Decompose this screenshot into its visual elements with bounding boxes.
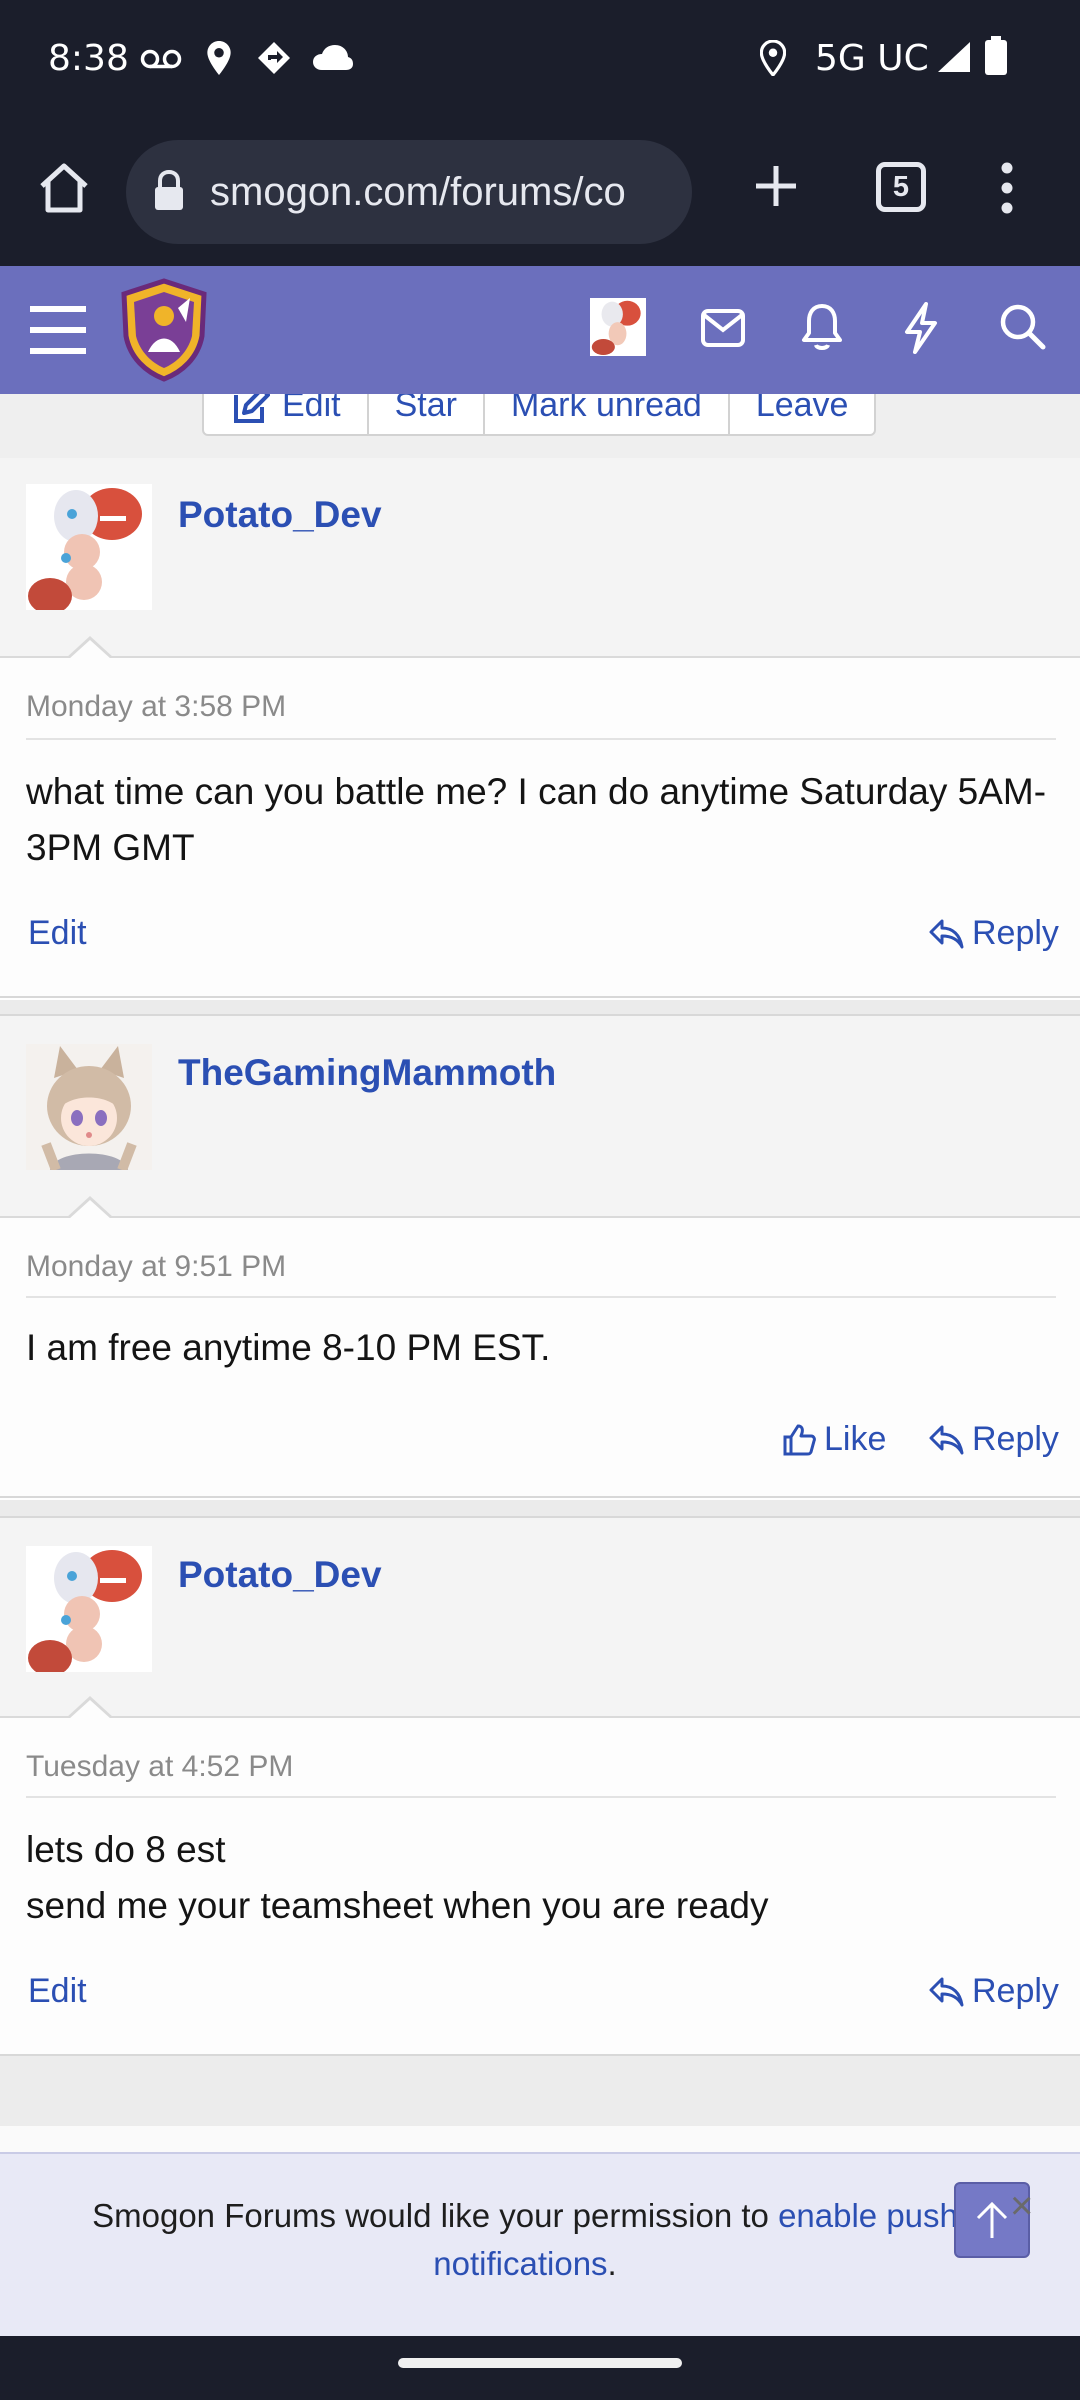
star-thread-button[interactable]: Star	[369, 394, 485, 434]
message-post: Potato_Dev Tuesday at 4:52 PM lets do 8 …	[0, 1516, 1080, 2056]
navigation-icon	[258, 42, 290, 74]
edit-icon	[234, 394, 270, 423]
notice-text-end: .	[607, 2245, 617, 2282]
bolt-icon[interactable]	[902, 302, 940, 354]
like-label: Like	[824, 1420, 887, 1458]
post-user-block: Potato_Dev	[0, 458, 1080, 658]
tab-count: 5	[892, 170, 910, 203]
gesture-nav-bar	[0, 2336, 1080, 2400]
message-post: Potato_Dev Monday at 3:58 PM what time c…	[0, 458, 1080, 998]
star-label: Star	[394, 394, 457, 424]
username[interactable]: TheGamingMammoth	[178, 1052, 556, 1094]
inbox-icon[interactable]	[700, 308, 746, 348]
network-type: 5G UC	[815, 38, 929, 79]
lock-icon	[155, 170, 183, 210]
search-icon[interactable]	[998, 302, 1046, 350]
url-text: smogon.com/forums/co	[210, 170, 626, 214]
avatar-image	[591, 300, 641, 355]
avatar-image	[28, 1550, 142, 1672]
mark-unread-label: Mark unread	[510, 394, 702, 424]
address-bar[interactable]: smogon.com/forums/co	[126, 140, 692, 244]
post-timestamp[interactable]: Monday at 9:51 PM	[26, 1250, 286, 1284]
status-bar: 8:38 5G UC	[0, 0, 1080, 118]
edit-post-button[interactable]: Edit	[28, 914, 87, 953]
battery-icon	[985, 36, 1007, 75]
avatar[interactable]	[26, 1044, 152, 1170]
voicemail-icon	[140, 49, 182, 69]
avatar[interactable]	[26, 484, 152, 610]
avatar-image	[26, 1044, 152, 1170]
menu-icon[interactable]	[996, 160, 1018, 216]
edit-label: Edit	[282, 394, 341, 424]
thread-action-group: Edit Star Mark unread Leave	[202, 394, 877, 436]
message-line: lets do 8 est	[26, 1829, 226, 1870]
browser-toolbar: smogon.com/forums/co 5	[0, 118, 1080, 266]
timestamp-divider	[26, 1796, 1056, 1798]
close-notice-button[interactable]: ×	[1010, 2184, 1033, 2229]
like-button[interactable]: Like	[782, 1420, 886, 1459]
message-post: TheGamingMammoth Monday at 9:51 PM I am …	[0, 1014, 1080, 1498]
reply-label: Reply	[972, 914, 1059, 952]
reply-button[interactable]: Reply	[928, 914, 1059, 953]
reply-button[interactable]: Reply	[928, 1972, 1059, 2011]
leave-label: Leave	[755, 394, 849, 424]
timestamp-divider	[26, 1296, 1056, 1298]
post-caret-inner	[69, 1700, 111, 1719]
post-divider	[0, 1000, 1080, 1014]
reply-label: Reply	[972, 1972, 1059, 2010]
message-line: send me your teamsheet when you are read…	[26, 1885, 769, 1926]
timestamp-divider	[26, 738, 1056, 740]
reply-label: Reply	[972, 1420, 1059, 1458]
mark-unread-button[interactable]: Mark unread	[485, 394, 730, 434]
page-footer-area	[0, 2056, 1080, 2126]
arrow-up-icon	[976, 2201, 1008, 2238]
clock: 8:38	[48, 38, 129, 79]
page-footer-edge	[0, 2126, 1080, 2152]
reply-icon	[929, 1977, 964, 2006]
post-message: what time can you battle me? I can do an…	[26, 771, 1047, 868]
reply-button[interactable]: Reply	[928, 1420, 1059, 1459]
post-timestamp[interactable]: Tuesday at 4:52 PM	[26, 1750, 293, 1784]
site-logo[interactable]	[118, 278, 210, 382]
home-gesture-handle[interactable]	[398, 2358, 682, 2368]
location-icon	[207, 41, 231, 75]
avatar-image	[28, 488, 142, 610]
edit-thread-button[interactable]: Edit	[204, 394, 369, 434]
forum-header	[0, 266, 1080, 394]
post-caret-inner	[69, 1200, 111, 1219]
bell-icon[interactable]	[800, 302, 844, 352]
username[interactable]: Potato_Dev	[178, 1554, 382, 1596]
post-timestamp[interactable]: Monday at 3:58 PM	[26, 690, 286, 724]
username[interactable]: Potato_Dev	[178, 494, 382, 536]
user-avatar[interactable]	[590, 298, 646, 356]
location-icon	[760, 40, 786, 76]
post-message: I am free anytime 8-10 PM EST.	[26, 1327, 551, 1368]
push-notification-notice: Smogon Forums would like your permission…	[0, 2152, 1080, 2336]
post-user-block: TheGamingMammoth	[0, 1016, 1080, 1218]
new-tab-icon[interactable]	[752, 162, 800, 210]
like-icon	[783, 1424, 816, 1455]
thread-actions-strip: Edit Star Mark unread Leave	[0, 394, 1080, 458]
post-message: lets do 8 est send me your teamsheet whe…	[26, 1822, 1056, 1934]
tabs-button[interactable]: 5	[876, 162, 926, 212]
cloud-icon	[313, 45, 353, 70]
home-icon[interactable]	[36, 160, 92, 216]
hamburger-icon[interactable]	[28, 304, 88, 356]
reply-icon	[929, 1425, 964, 1454]
post-user-block: Potato_Dev	[0, 1518, 1080, 1718]
notice-text: Smogon Forums would like your permission…	[92, 2197, 779, 2234]
post-divider	[0, 1500, 1080, 1516]
edit-post-label: Edit	[28, 914, 87, 952]
reply-icon	[929, 919, 964, 948]
notice-message: Smogon Forums would like your permission…	[60, 2192, 990, 2288]
avatar[interactable]	[26, 1546, 152, 1672]
signal-icon	[938, 42, 970, 72]
leave-thread-button[interactable]: Leave	[730, 394, 875, 434]
edit-post-button[interactable]: Edit	[28, 1972, 87, 2011]
edit-post-label: Edit	[28, 1972, 87, 2010]
post-caret-inner	[69, 640, 111, 659]
